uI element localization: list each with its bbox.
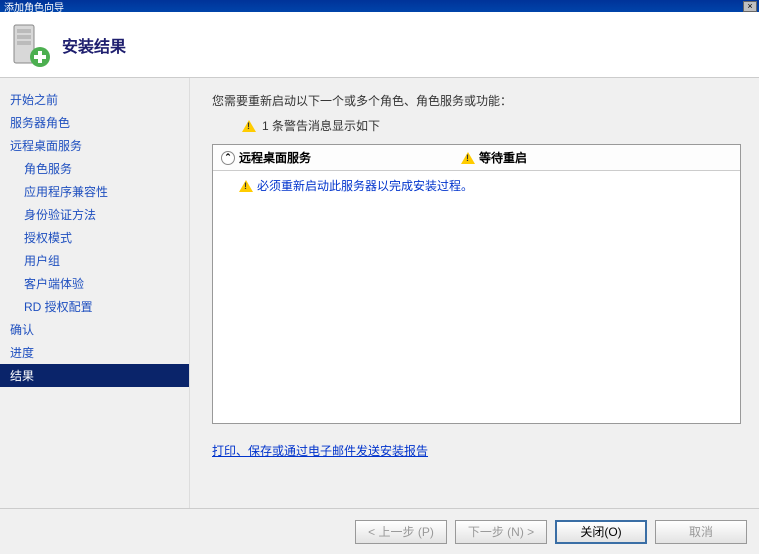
warning-summary: 1 条警告消息显示如下: [212, 117, 741, 134]
sidebar-item-4[interactable]: 应用程序兼容性: [0, 180, 189, 203]
sidebar-item-6[interactable]: 授权模式: [0, 226, 189, 249]
result-header[interactable]: ⌃ 远程桌面服务 等待重启: [213, 145, 740, 171]
server-add-icon: [8, 21, 52, 69]
sidebar: 开始之前服务器角色远程桌面服务角色服务应用程序兼容性身份验证方法授权模式用户组客…: [0, 78, 190, 508]
result-box: ⌃ 远程桌面服务 等待重启 必须重新启动此服务器以完成安装过程。: [212, 144, 741, 424]
result-message: 必须重新启动此服务器以完成安装过程。: [257, 177, 473, 194]
next-button: 下一步 (N) >: [455, 520, 547, 544]
page-title: 安装结果: [62, 33, 126, 57]
window-close-button[interactable]: ×: [743, 1, 757, 12]
window-title: 添加角色向导: [4, 0, 64, 14]
main-area: 开始之前服务器角色远程桌面服务角色服务应用程序兼容性身份验证方法授权模式用户组客…: [0, 78, 759, 508]
collapse-toggle-icon[interactable]: ⌃: [221, 151, 235, 165]
warning-icon: [242, 120, 256, 132]
warning-icon: [239, 180, 253, 192]
result-status: 等待重启: [479, 149, 527, 166]
sidebar-item-10[interactable]: 确认: [0, 318, 189, 341]
intro-text: 您需要重新启动以下一个或多个角色、角色服务或功能：: [212, 92, 741, 109]
sidebar-item-7[interactable]: 用户组: [0, 249, 189, 272]
close-icon: ×: [747, 1, 752, 11]
result-body: 必须重新启动此服务器以完成安装过程。: [213, 171, 740, 200]
sidebar-item-12[interactable]: 结果: [0, 364, 189, 387]
sidebar-item-0[interactable]: 开始之前: [0, 88, 189, 111]
back-button: < 上一步 (P): [355, 520, 447, 544]
footer: < 上一步 (P) 下一步 (N) > 关闭(O) 取消: [0, 508, 759, 554]
warning-count-text: 1 条警告消息显示如下: [262, 117, 380, 134]
cancel-button: 取消: [655, 520, 747, 544]
result-role-name: 远程桌面服务: [239, 149, 311, 166]
header: 安装结果: [0, 12, 759, 78]
sidebar-item-1[interactable]: 服务器角色: [0, 111, 189, 134]
sidebar-item-2[interactable]: 远程桌面服务: [0, 134, 189, 157]
content-pane: 您需要重新启动以下一个或多个角色、角色服务或功能： 1 条警告消息显示如下 ⌃ …: [190, 78, 759, 508]
sidebar-item-9[interactable]: RD 授权配置: [0, 295, 189, 318]
sidebar-item-3[interactable]: 角色服务: [0, 157, 189, 180]
sidebar-item-8[interactable]: 客户端体验: [0, 272, 189, 295]
title-bar: 添加角色向导 ×: [0, 0, 759, 12]
warning-icon: [461, 152, 475, 164]
print-save-email-link[interactable]: 打印、保存或通过电子邮件发送安装报告: [212, 442, 428, 459]
close-button[interactable]: 关闭(O): [555, 520, 647, 544]
sidebar-item-5[interactable]: 身份验证方法: [0, 203, 189, 226]
sidebar-item-11[interactable]: 进度: [0, 341, 189, 364]
result-message-row: 必须重新启动此服务器以完成安装过程。: [239, 177, 732, 194]
